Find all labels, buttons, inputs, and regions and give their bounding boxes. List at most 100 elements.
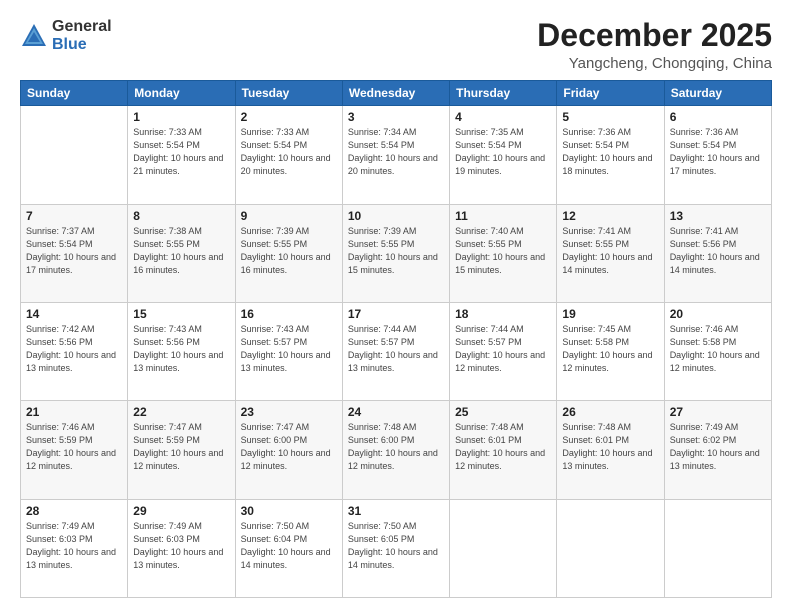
- day-number: 19: [562, 307, 658, 321]
- calendar-location: Yangcheng, Chongqing, China: [537, 55, 772, 72]
- table-row: [450, 499, 557, 597]
- day-info: Sunrise: 7:36 AMSunset: 5:54 PMDaylight:…: [562, 126, 658, 178]
- day-info: Sunrise: 7:38 AMSunset: 5:55 PMDaylight:…: [133, 225, 229, 277]
- table-row: 2 Sunrise: 7:33 AMSunset: 5:54 PMDaylight…: [235, 106, 342, 204]
- day-number: 7: [26, 209, 122, 223]
- day-info: Sunrise: 7:40 AMSunset: 5:55 PMDaylight:…: [455, 225, 551, 277]
- table-row: 14 Sunrise: 7:42 AMSunset: 5:56 PMDayligh…: [21, 302, 128, 400]
- table-row: 16 Sunrise: 7:43 AMSunset: 5:57 PMDayligh…: [235, 302, 342, 400]
- day-info: Sunrise: 7:39 AMSunset: 5:55 PMDaylight:…: [241, 225, 337, 277]
- day-info: Sunrise: 7:50 AMSunset: 6:04 PMDaylight:…: [241, 520, 337, 572]
- col-saturday: Saturday: [664, 81, 771, 106]
- col-tuesday: Tuesday: [235, 81, 342, 106]
- table-row: 24 Sunrise: 7:48 AMSunset: 6:00 PMDayligh…: [342, 401, 449, 499]
- calendar-week-row: 7 Sunrise: 7:37 AMSunset: 5:54 PMDaylight…: [21, 204, 772, 302]
- day-number: 24: [348, 405, 444, 419]
- day-info: Sunrise: 7:47 AMSunset: 5:59 PMDaylight:…: [133, 421, 229, 473]
- day-number: 30: [241, 504, 337, 518]
- day-number: 3: [348, 110, 444, 124]
- table-row: 1Sunrise: 7:33 AMSunset: 5:54 PMDaylight…: [128, 106, 235, 204]
- day-number: 1: [133, 110, 229, 124]
- table-row: [557, 499, 664, 597]
- table-row: 6Sunrise: 7:36 AMSunset: 5:54 PMDaylight…: [664, 106, 771, 204]
- calendar-week-row: 21 Sunrise: 7:46 AMSunset: 5:59 PMDayligh…: [21, 401, 772, 499]
- day-info: Sunrise: 7:33 AMSunset: 5:54 PMDaylight:…: [241, 126, 337, 178]
- table-row: 18Sunrise: 7:44 AMSunset: 5:57 PMDayligh…: [450, 302, 557, 400]
- day-info: Sunrise: 7:34 AMSunset: 5:54 PMDaylight:…: [348, 126, 444, 178]
- col-monday: Monday: [128, 81, 235, 106]
- calendar-header-row: Sunday Monday Tuesday Wednesday Thursday…: [21, 81, 772, 106]
- table-row: 27Sunrise: 7:49 AMSunset: 6:02 PMDayligh…: [664, 401, 771, 499]
- day-number: 28: [26, 504, 122, 518]
- day-number: 8: [133, 209, 229, 223]
- table-row: 8 Sunrise: 7:38 AMSunset: 5:55 PMDaylight…: [128, 204, 235, 302]
- day-info: Sunrise: 7:41 AMSunset: 5:56 PMDaylight:…: [670, 225, 766, 277]
- col-sunday: Sunday: [21, 81, 128, 106]
- table-row: 15 Sunrise: 7:43 AMSunset: 5:56 PMDayligh…: [128, 302, 235, 400]
- day-number: 16: [241, 307, 337, 321]
- table-row: 12Sunrise: 7:41 AMSunset: 5:55 PMDayligh…: [557, 204, 664, 302]
- page: General Blue December 2025 Yangcheng, Ch…: [0, 0, 792, 612]
- table-row: 7 Sunrise: 7:37 AMSunset: 5:54 PMDaylight…: [21, 204, 128, 302]
- table-row: 25Sunrise: 7:48 AMSunset: 6:01 PMDayligh…: [450, 401, 557, 499]
- day-number: 31: [348, 504, 444, 518]
- day-number: 5: [562, 110, 658, 124]
- col-thursday: Thursday: [450, 81, 557, 106]
- day-number: 14: [26, 307, 122, 321]
- logo-general-text: General: [52, 18, 112, 36]
- col-friday: Friday: [557, 81, 664, 106]
- day-number: 22: [133, 405, 229, 419]
- table-row: 13Sunrise: 7:41 AMSunset: 5:56 PMDayligh…: [664, 204, 771, 302]
- day-info: Sunrise: 7:49 AMSunset: 6:02 PMDaylight:…: [670, 421, 766, 473]
- day-number: 29: [133, 504, 229, 518]
- title-block: December 2025 Yangcheng, Chongqing, Chin…: [537, 18, 772, 72]
- day-number: 11: [455, 209, 551, 223]
- day-info: Sunrise: 7:50 AMSunset: 6:05 PMDaylight:…: [348, 520, 444, 572]
- day-info: Sunrise: 7:46 AMSunset: 5:59 PMDaylight:…: [26, 421, 122, 473]
- day-number: 2: [241, 110, 337, 124]
- table-row: 20 Sunrise: 7:46 AMSunset: 5:58 PMDayligh…: [664, 302, 771, 400]
- table-row: 23Sunrise: 7:47 AMSunset: 6:00 PMDayligh…: [235, 401, 342, 499]
- day-info: Sunrise: 7:44 AMSunset: 5:57 PMDaylight:…: [455, 323, 551, 375]
- day-number: 20: [670, 307, 766, 321]
- day-number: 12: [562, 209, 658, 223]
- day-number: 4: [455, 110, 551, 124]
- logo: General Blue: [20, 18, 112, 53]
- day-info: Sunrise: 7:48 AMSunset: 6:00 PMDaylight:…: [348, 421, 444, 473]
- calendar-week-row: 14 Sunrise: 7:42 AMSunset: 5:56 PMDayligh…: [21, 302, 772, 400]
- header: General Blue December 2025 Yangcheng, Ch…: [20, 18, 772, 72]
- table-row: 17 Sunrise: 7:44 AMSunset: 5:57 PMDayligh…: [342, 302, 449, 400]
- col-wednesday: Wednesday: [342, 81, 449, 106]
- table-row: 30 Sunrise: 7:50 AMSunset: 6:04 PMDayligh…: [235, 499, 342, 597]
- day-info: Sunrise: 7:49 AMSunset: 6:03 PMDaylight:…: [26, 520, 122, 572]
- day-info: Sunrise: 7:48 AMSunset: 6:01 PMDaylight:…: [562, 421, 658, 473]
- logo-blue-text: Blue: [52, 36, 112, 54]
- day-info: Sunrise: 7:39 AMSunset: 5:55 PMDaylight:…: [348, 225, 444, 277]
- day-number: 6: [670, 110, 766, 124]
- day-info: Sunrise: 7:46 AMSunset: 5:58 PMDaylight:…: [670, 323, 766, 375]
- calendar-week-row: 28 Sunrise: 7:49 AMSunset: 6:03 PMDayligh…: [21, 499, 772, 597]
- day-number: 17: [348, 307, 444, 321]
- day-number: 21: [26, 405, 122, 419]
- day-info: Sunrise: 7:43 AMSunset: 5:56 PMDaylight:…: [133, 323, 229, 375]
- table-row: 9 Sunrise: 7:39 AMSunset: 5:55 PMDaylight…: [235, 204, 342, 302]
- table-row: 22 Sunrise: 7:47 AMSunset: 5:59 PMDayligh…: [128, 401, 235, 499]
- day-number: 15: [133, 307, 229, 321]
- day-info: Sunrise: 7:44 AMSunset: 5:57 PMDaylight:…: [348, 323, 444, 375]
- table-row: 31 Sunrise: 7:50 AMSunset: 6:05 PMDayligh…: [342, 499, 449, 597]
- table-row: 5 Sunrise: 7:36 AMSunset: 5:54 PMDaylight…: [557, 106, 664, 204]
- day-info: Sunrise: 7:45 AMSunset: 5:58 PMDaylight:…: [562, 323, 658, 375]
- logo-text: General Blue: [52, 18, 112, 53]
- table-row: 21 Sunrise: 7:46 AMSunset: 5:59 PMDayligh…: [21, 401, 128, 499]
- table-row: 19 Sunrise: 7:45 AMSunset: 5:58 PMDayligh…: [557, 302, 664, 400]
- logo-icon: [20, 22, 48, 50]
- day-number: 9: [241, 209, 337, 223]
- day-info: Sunrise: 7:37 AMSunset: 5:54 PMDaylight:…: [26, 225, 122, 277]
- day-info: Sunrise: 7:43 AMSunset: 5:57 PMDaylight:…: [241, 323, 337, 375]
- table-row: 28 Sunrise: 7:49 AMSunset: 6:03 PMDayligh…: [21, 499, 128, 597]
- table-row: [664, 499, 771, 597]
- table-row: 3 Sunrise: 7:34 AMSunset: 5:54 PMDaylight…: [342, 106, 449, 204]
- day-info: Sunrise: 7:42 AMSunset: 5:56 PMDaylight:…: [26, 323, 122, 375]
- day-number: 26: [562, 405, 658, 419]
- table-row: 26 Sunrise: 7:48 AMSunset: 6:01 PMDayligh…: [557, 401, 664, 499]
